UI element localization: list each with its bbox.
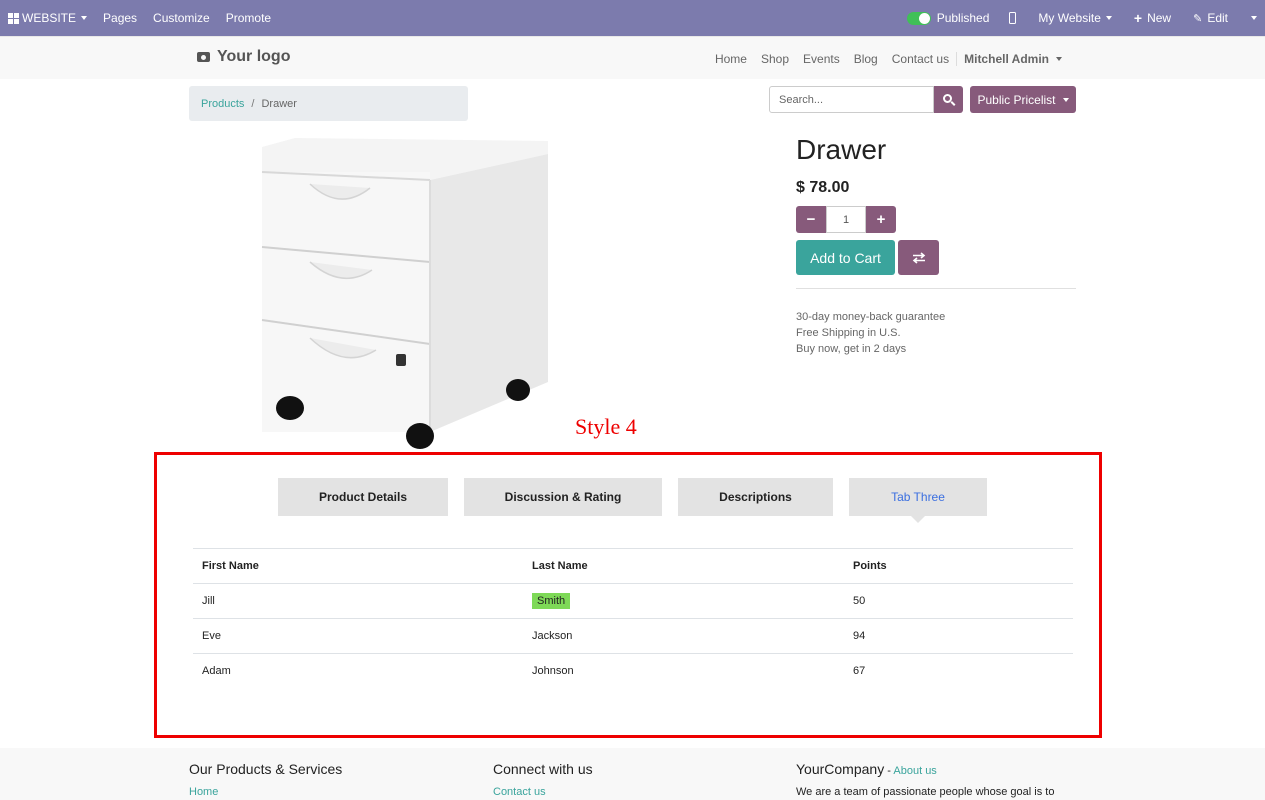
header-first-name: First Name	[193, 548, 523, 584]
divider	[796, 288, 1076, 289]
site-header: Your logo Home Shop Events Blog Contact …	[0, 36, 1265, 79]
logo-text: Your logo	[217, 48, 291, 65]
footer-contact-link[interactable]: Contact us	[493, 786, 546, 798]
cell-first-name: Adam	[193, 653, 523, 689]
style-label: Style 4	[575, 414, 637, 439]
my-website-label: My Website	[1038, 11, 1101, 25]
tab-product-details[interactable]: Product Details	[278, 478, 448, 516]
search-input[interactable]	[769, 86, 934, 113]
caret-down-icon	[81, 16, 88, 20]
published-label: Published	[936, 11, 990, 25]
edit-label: Edit	[1207, 11, 1228, 25]
mobile-phone-icon	[1009, 12, 1017, 24]
footer-home-link[interactable]: Home	[189, 786, 218, 798]
admin-bar: WEBSITE Pages Customize Promote Publishe…	[0, 0, 1265, 36]
website-menu-label: WEBSITE	[22, 11, 77, 25]
cell-first-name: Jill	[193, 583, 523, 619]
user-menu[interactable]: Mitchell Admin	[957, 52, 1069, 66]
cell-last-name: Johnson	[523, 653, 844, 689]
pages-menu[interactable]: Pages	[95, 0, 145, 36]
pricelist-label: Public Pricelist	[977, 92, 1056, 107]
edit-button[interactable]: ✎ Edit	[1185, 0, 1246, 36]
quantity-plus-button[interactable]: +	[866, 206, 896, 233]
table-header-row: First Name Last Name Points	[193, 548, 1073, 584]
highlighted-text: Smith	[532, 593, 571, 609]
user-name: Mitchell Admin	[964, 51, 1049, 66]
camera-icon	[197, 52, 210, 62]
pencil-icon: ✎	[1193, 12, 1203, 25]
apps-grid-icon	[8, 12, 19, 24]
caret-down-icon	[1251, 16, 1257, 20]
cell-points: 67	[844, 653, 1073, 689]
guarantee-line: Buy now, get in 2 days	[796, 343, 907, 355]
breadcrumb-separator: /	[251, 97, 255, 110]
promote-menu[interactable]: Promote	[218, 0, 279, 36]
breadcrumb: Products / Drawer	[189, 86, 468, 121]
quantity-input[interactable]	[826, 206, 866, 233]
customize-menu[interactable]: Customize	[145, 0, 218, 36]
cell-last-name: Smith	[523, 583, 844, 619]
points-table: First Name Last Name Points Jill Smith 5…	[193, 548, 1073, 689]
table-row: Adam Johnson 67	[193, 653, 1073, 689]
product-guarantees: 30-day money-back guarantee Free Shippin…	[796, 309, 945, 357]
toggle-switch-icon	[906, 11, 931, 25]
nav-events[interactable]: Events	[796, 52, 847, 66]
plus-icon: +	[1133, 10, 1143, 26]
tab-discussion-rating[interactable]: Discussion & Rating	[464, 478, 662, 516]
tab-descriptions[interactable]: Descriptions	[678, 478, 833, 516]
caret-down-icon	[1056, 56, 1062, 61]
main-nav: Home Shop Events Blog Contact us Mitchel…	[708, 37, 1069, 80]
website-menu[interactable]: WEBSITE	[0, 0, 95, 36]
search-button[interactable]	[934, 86, 963, 113]
product-image	[261, 138, 548, 449]
nav-home[interactable]: Home	[708, 52, 754, 66]
product-price: $ 78.00	[796, 179, 850, 196]
footer-connect-title: Connect with us	[493, 761, 593, 777]
guarantee-line: Free Shipping in U.S.	[796, 327, 901, 339]
nav-contact-us[interactable]: Contact us	[885, 51, 958, 66]
header-points: Points	[844, 548, 1073, 584]
tab-three[interactable]: Tab Three	[849, 478, 987, 523]
site-footer: Our Products & Services Home Connect wit…	[0, 748, 1265, 800]
more-menu[interactable]	[1246, 0, 1265, 36]
header-last-name: Last Name	[523, 548, 844, 584]
mobile-preview-button[interactable]	[1001, 0, 1030, 36]
table-row: Jill Smith 50	[193, 583, 1073, 619]
my-website-menu[interactable]: My Website	[1030, 0, 1125, 36]
quantity-minus-button[interactable]: −	[796, 206, 826, 233]
footer-company-title: YourCompany - About us	[796, 761, 937, 777]
breadcrumb-products-link[interactable]: Products	[201, 98, 244, 110]
footer-company-text: We are a team of passionate people whose…	[796, 786, 1055, 798]
compare-button[interactable]	[898, 240, 939, 275]
footer-products-title: Our Products & Services	[189, 761, 343, 777]
cell-points: 50	[844, 583, 1073, 619]
caret-down-icon	[1105, 16, 1112, 20]
footer-company-name: YourCompany	[796, 761, 885, 777]
cell-last-name: Jackson	[523, 618, 844, 654]
published-toggle[interactable]: Published	[899, 0, 1002, 36]
pricelist-dropdown[interactable]: Public Pricelist	[970, 86, 1076, 113]
exchange-arrows-icon	[912, 251, 925, 264]
guarantee-line: 30-day money-back guarantee	[796, 311, 946, 323]
nav-shop[interactable]: Shop	[754, 52, 796, 66]
search-icon	[943, 94, 952, 103]
site-logo[interactable]: Your logo	[197, 48, 290, 66]
cell-points: 94	[844, 618, 1073, 654]
nav-blog[interactable]: Blog	[847, 52, 885, 66]
new-label: New	[1147, 11, 1172, 25]
table-row: Eve Jackson 94	[193, 618, 1073, 654]
caret-down-icon	[1062, 97, 1069, 102]
new-button[interactable]: + New	[1126, 0, 1185, 36]
footer-about-link[interactable]: About us	[893, 765, 936, 777]
footer-separator: -	[884, 765, 894, 777]
cell-first-name: Eve	[193, 618, 523, 654]
breadcrumb-current: Drawer	[261, 97, 297, 110]
add-to-cart-button[interactable]: Add to Cart	[796, 240, 895, 275]
product-name: Drawer	[796, 134, 887, 165]
